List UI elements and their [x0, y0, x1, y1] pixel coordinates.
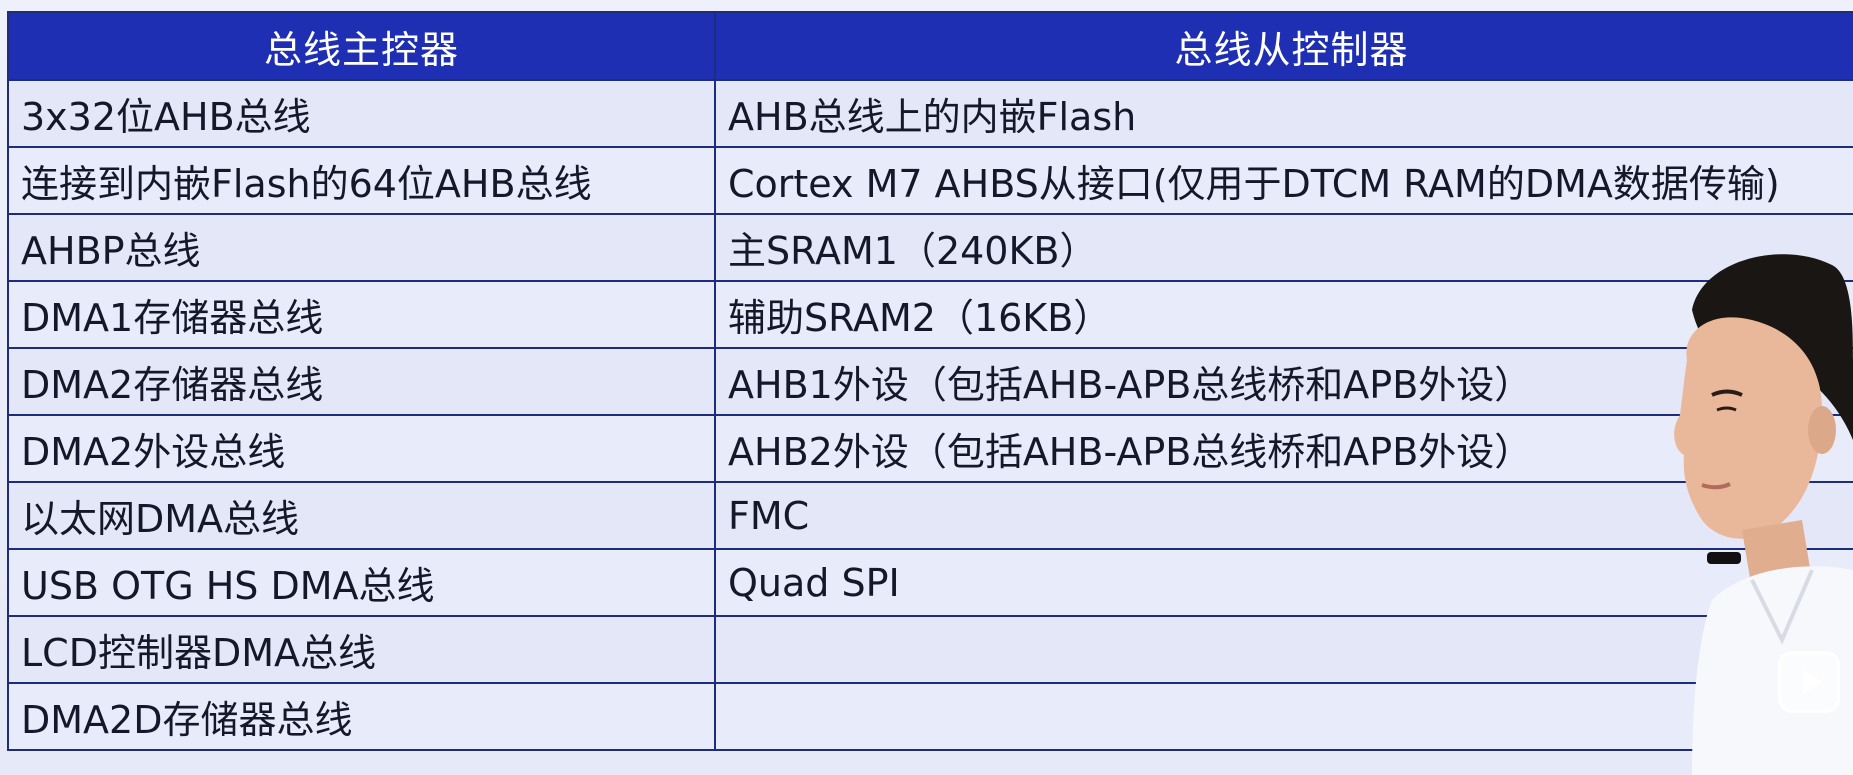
table-header-row: 总线主控器 总线从控制器 [7, 11, 1853, 81]
slave-cell: 主SRAM1（240KB） [714, 213, 1853, 282]
video-frame: 总线主控器 总线从控制器 3x32位AHB总线 AHB总线上的内嵌Flash 连… [0, 0, 1853, 775]
table-row: 以太网DMA总线 FMC [7, 481, 1853, 550]
master-cell: DMA2D存储器总线 [7, 682, 716, 751]
header-bus-master: 总线主控器 [7, 11, 716, 81]
slave-cell: 辅助SRAM2（16KB） [714, 280, 1853, 349]
slave-cell [714, 682, 1853, 751]
table-row: DMA2存储器总线 AHB1外设（包括AHB-APB总线桥和APB外设） [7, 347, 1853, 416]
master-cell: 连接到内嵌Flash的64位AHB总线 [7, 146, 716, 215]
slave-cell: Cortex M7 AHBS从接口(仅用于DTCM RAM的DMA数据传输) [714, 146, 1853, 215]
master-cell: DMA1存储器总线 [7, 280, 716, 349]
table-row: DMA2外设总线 AHB2外设（包括AHB-APB总线桥和APB外设） [7, 414, 1853, 483]
table-row: 连接到内嵌Flash的64位AHB总线 Cortex M7 AHBS从接口(仅用… [7, 146, 1853, 215]
slave-cell: AHB总线上的内嵌Flash [714, 79, 1853, 148]
header-bus-slave: 总线从控制器 [714, 11, 1853, 81]
slave-cell: AHB1外设（包括AHB-APB总线桥和APB外设） [714, 347, 1853, 416]
play-icon[interactable] [1778, 651, 1840, 713]
table-row: USB OTG HS DMA总线 Quad SPI [7, 548, 1853, 617]
table-row: LCD控制器DMA总线 [7, 615, 1853, 684]
master-cell: 以太网DMA总线 [7, 481, 716, 550]
master-cell: USB OTG HS DMA总线 [7, 548, 716, 617]
table-row: AHBP总线 主SRAM1（240KB） [7, 213, 1853, 282]
table-row: DMA2D存储器总线 [7, 682, 1853, 751]
slave-cell: FMC [714, 481, 1853, 550]
table-row: 3x32位AHB总线 AHB总线上的内嵌Flash [7, 79, 1853, 148]
bus-master-slave-table: 总线主控器 总线从控制器 3x32位AHB总线 AHB总线上的内嵌Flash 连… [7, 11, 1853, 751]
master-cell: AHBP总线 [7, 213, 716, 282]
slave-cell [714, 615, 1853, 684]
master-cell: 3x32位AHB总线 [7, 79, 716, 148]
slave-cell: AHB2外设（包括AHB-APB总线桥和APB外设） [714, 414, 1853, 483]
slave-cell: Quad SPI [714, 548, 1853, 617]
table-row: DMA1存储器总线 辅助SRAM2（16KB） [7, 280, 1853, 349]
master-cell: DMA2存储器总线 [7, 347, 716, 416]
master-cell: LCD控制器DMA总线 [7, 615, 716, 684]
master-cell: DMA2外设总线 [7, 414, 716, 483]
